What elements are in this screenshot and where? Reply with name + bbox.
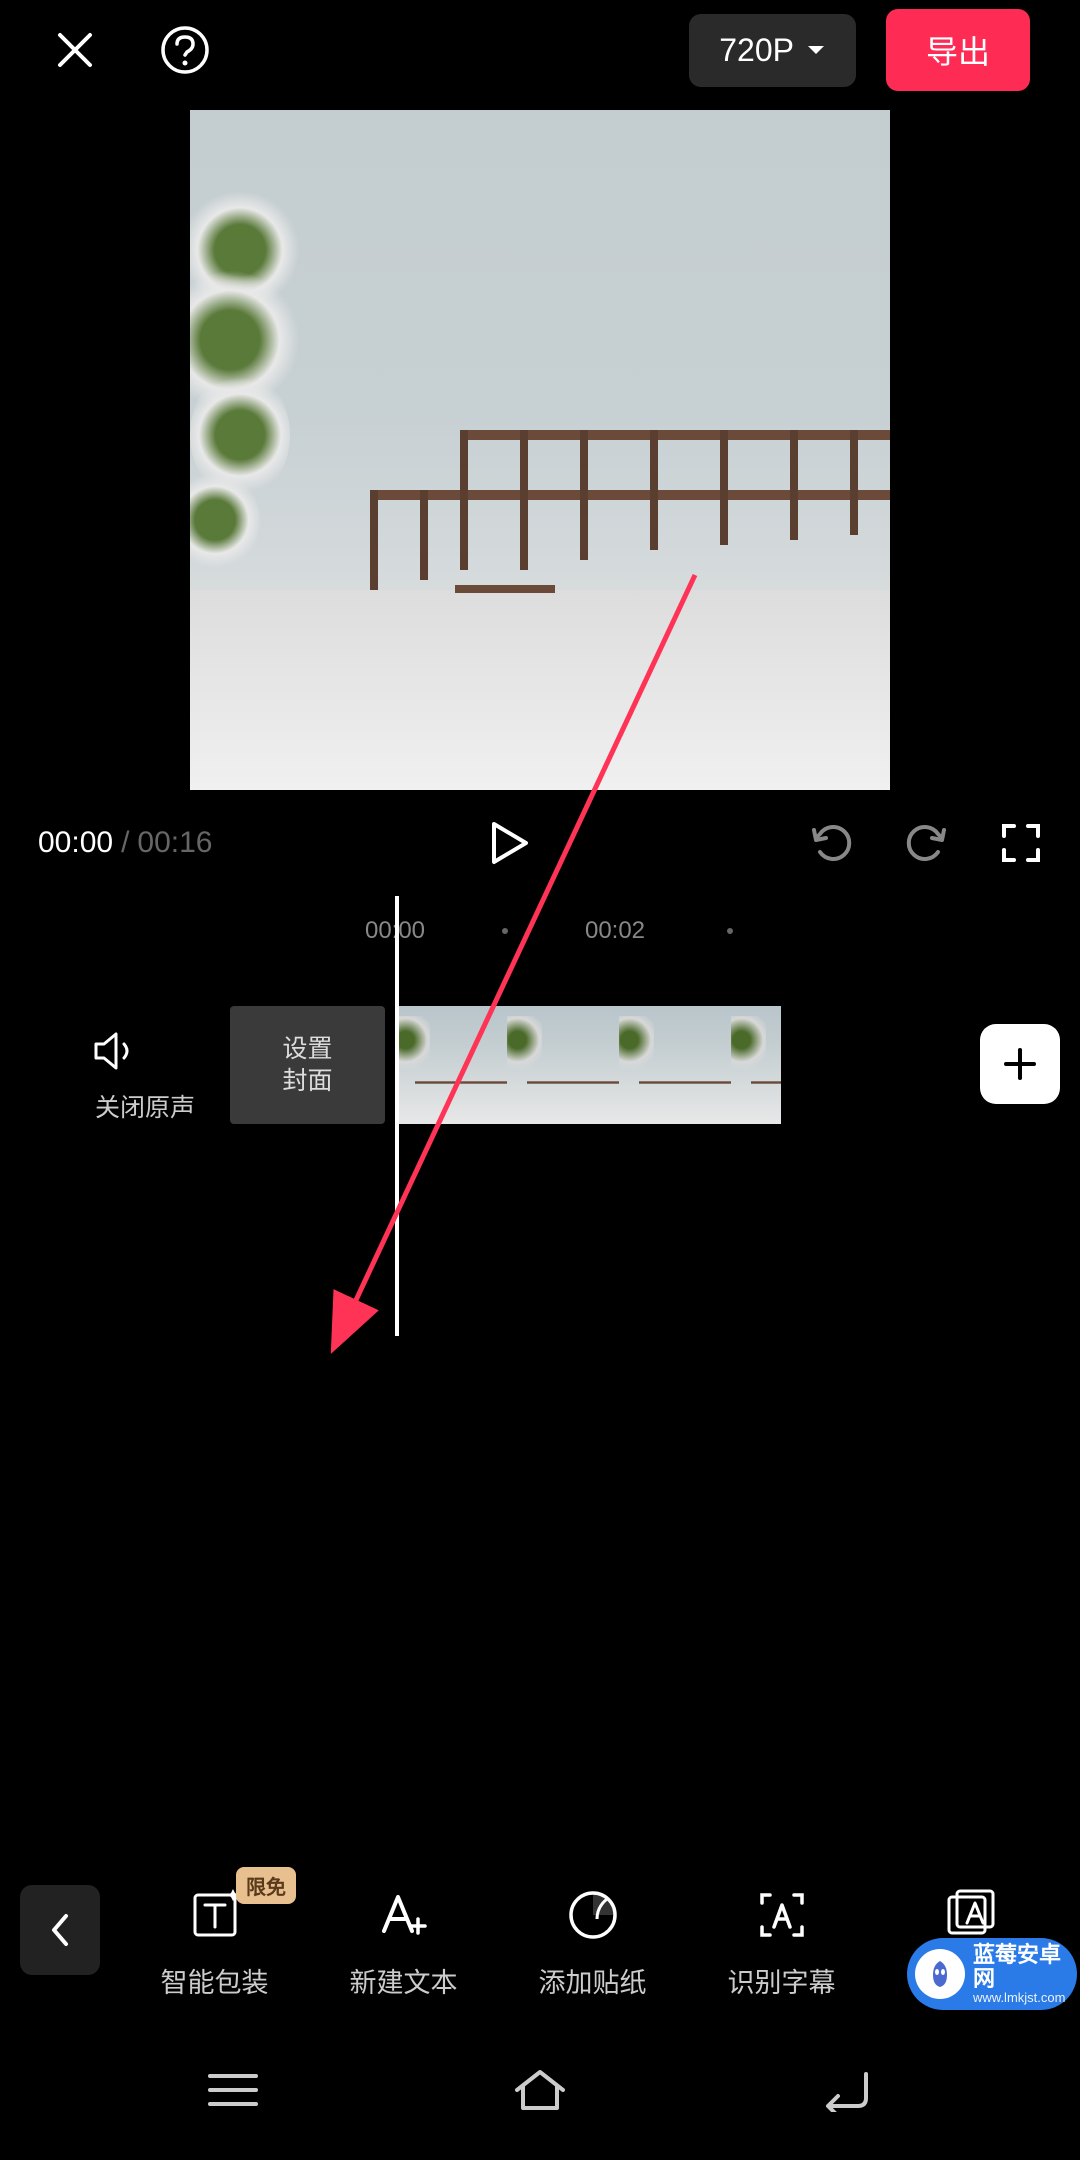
text-plus-icon — [376, 1887, 432, 1943]
tool-label: 添加贴纸 — [539, 1961, 647, 2000]
playback-bar: 00:00 / 00:16 — [0, 790, 1080, 896]
clip-thumbnail[interactable] — [731, 1006, 781, 1124]
nav-menu-button[interactable] — [206, 2070, 260, 2110]
watermark: 蓝莓安卓网 www.lmkjst.com — [907, 1938, 1077, 2010]
clip-thumbnail[interactable] — [507, 1006, 619, 1124]
tool-label: 智能包装 — [161, 1961, 269, 2000]
text-template-icon — [943, 1887, 999, 1943]
ruler-dot — [727, 928, 733, 934]
dropdown-icon — [806, 44, 826, 56]
menu-icon — [206, 2070, 260, 2110]
redo-button[interactable] — [904, 820, 950, 866]
cover-label: 设置 — [282, 1033, 332, 1066]
subtitle-focus-icon — [754, 1887, 810, 1943]
current-time: 00:00 — [38, 826, 113, 860]
play-button[interactable] — [490, 820, 530, 866]
clip-thumbnail[interactable] — [619, 1006, 731, 1124]
play-icon — [490, 820, 530, 866]
cover-label: 封面 — [282, 1065, 332, 1098]
watermark-logo-icon — [915, 1949, 965, 1999]
close-button[interactable] — [50, 25, 100, 75]
undo-icon — [808, 820, 854, 866]
mute-label: 关闭原声 — [90, 1088, 200, 1124]
tool-add-sticker[interactable]: 添加贴纸 — [503, 1887, 682, 2000]
cover-button[interactable]: 设置 封面 — [230, 1006, 385, 1124]
tool-label: 识别字幕 — [728, 1961, 836, 2000]
timeline-section: 00:00 00:02 关闭原声 设置 封面 — [0, 896, 1080, 1196]
nav-back-button[interactable] — [820, 2068, 874, 2112]
tool-recognize-subtitles[interactable]: 识别字幕 — [692, 1887, 871, 2000]
sticker-icon — [565, 1887, 621, 1943]
tool-smart-package[interactable]: 限免 智能包装 — [125, 1887, 304, 2000]
header-bar: 720P 导出 — [0, 0, 1080, 100]
timeline-tracks: 关闭原声 设置 封面 — [0, 996, 1080, 1196]
tool-badge: 限免 — [236, 1867, 296, 1904]
undo-button[interactable] — [808, 820, 854, 866]
add-clip-button[interactable] — [980, 1024, 1060, 1104]
mute-button[interactable]: 关闭原声 — [90, 1026, 200, 1124]
plus-icon — [1000, 1044, 1040, 1084]
fullscreen-button[interactable] — [1000, 822, 1042, 864]
text-sparkle-icon — [187, 1887, 243, 1943]
playhead[interactable] — [395, 896, 399, 1336]
ruler-dot — [502, 928, 508, 934]
redo-icon — [904, 820, 950, 866]
nav-home-button[interactable] — [511, 2066, 569, 2114]
time-display: 00:00 / 00:16 — [38, 826, 213, 860]
tool-new-text[interactable]: 新建文本 — [314, 1887, 493, 2000]
tool-label: 新建文本 — [350, 1961, 458, 2000]
system-navigation — [0, 2020, 1080, 2160]
clip-thumbnail[interactable] — [395, 1006, 507, 1124]
resolution-label: 720P — [719, 32, 794, 69]
back-icon — [820, 2068, 874, 2112]
chevron-left-icon — [48, 1910, 72, 1950]
export-button[interactable]: 导出 — [886, 9, 1030, 91]
help-button[interactable] — [160, 25, 210, 75]
time-separator: / — [121, 826, 129, 860]
watermark-title: 蓝莓安卓网 — [973, 1943, 1069, 1991]
clip-track[interactable] — [395, 1006, 781, 1124]
close-icon — [52, 27, 98, 73]
timeline-ruler[interactable]: 00:00 00:02 — [0, 906, 1080, 956]
video-preview[interactable] — [190, 110, 890, 790]
fullscreen-icon — [1000, 822, 1042, 864]
speaker-icon — [90, 1026, 140, 1076]
back-button[interactable] — [20, 1885, 100, 1975]
watermark-subtitle: www.lmkjst.com — [973, 1991, 1069, 2005]
home-icon — [511, 2066, 569, 2114]
help-icon — [160, 25, 210, 75]
ruler-mark: 00:02 — [585, 917, 645, 945]
resolution-button[interactable]: 720P — [689, 14, 856, 87]
export-label: 导出 — [926, 34, 990, 70]
total-time: 00:16 — [137, 826, 212, 860]
